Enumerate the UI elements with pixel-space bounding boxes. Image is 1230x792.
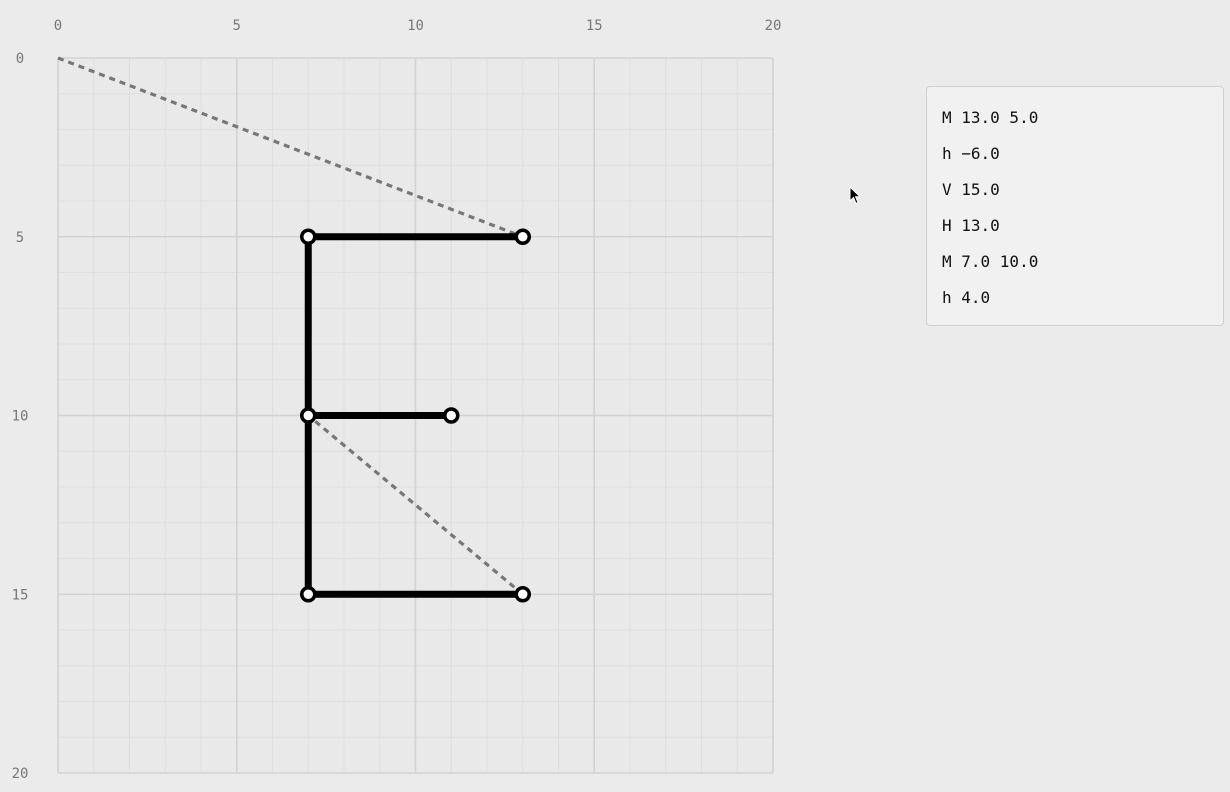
path-command-line[interactable]: h −6.0: [942, 141, 1223, 177]
control-point-handle[interactable]: [514, 586, 531, 603]
path-editor-canvas[interactable]: 0 5 10 15 20 0 5 10 15 20: [0, 0, 800, 792]
y-tick-label: 20: [12, 766, 29, 782]
control-point-handle[interactable]: [300, 228, 317, 245]
x-tick-label: 20: [765, 18, 782, 34]
control-point-handle[interactable]: [443, 407, 460, 424]
y-tick-label: 10: [12, 409, 29, 425]
x-tick-label: 10: [407, 18, 424, 34]
path-command-line[interactable]: M 13.0 5.0: [942, 105, 1223, 141]
path-command-panel: M 13.0 5.0 h −6.0 V 15.0 H 13.0 M 7.0 10…: [926, 86, 1224, 326]
path-command-line[interactable]: H 13.0: [942, 213, 1223, 249]
x-tick-label: 15: [586, 18, 603, 34]
x-axis-ticks: 0 5 10 15 20: [54, 18, 782, 34]
y-tick-label: 5: [16, 230, 24, 246]
y-tick-label: 0: [16, 51, 24, 67]
x-tick-label: 0: [54, 18, 62, 34]
control-point-handle[interactable]: [300, 586, 317, 603]
path-command-line[interactable]: V 15.0: [942, 177, 1223, 213]
x-tick-label: 5: [233, 18, 241, 34]
grid-plot[interactable]: 0 5 10 15 20 0 5 10 15 20: [0, 0, 800, 792]
control-point-handle[interactable]: [514, 228, 531, 245]
arrow-pointer-icon: [849, 186, 861, 205]
path-command-line[interactable]: M 7.0 10.0: [942, 249, 1223, 285]
y-tick-label: 15: [12, 587, 29, 603]
y-axis-ticks: 0 5 10 15 20: [12, 51, 29, 782]
path-command-line[interactable]: h 4.0: [942, 285, 1223, 321]
control-point-handle[interactable]: [300, 407, 317, 424]
